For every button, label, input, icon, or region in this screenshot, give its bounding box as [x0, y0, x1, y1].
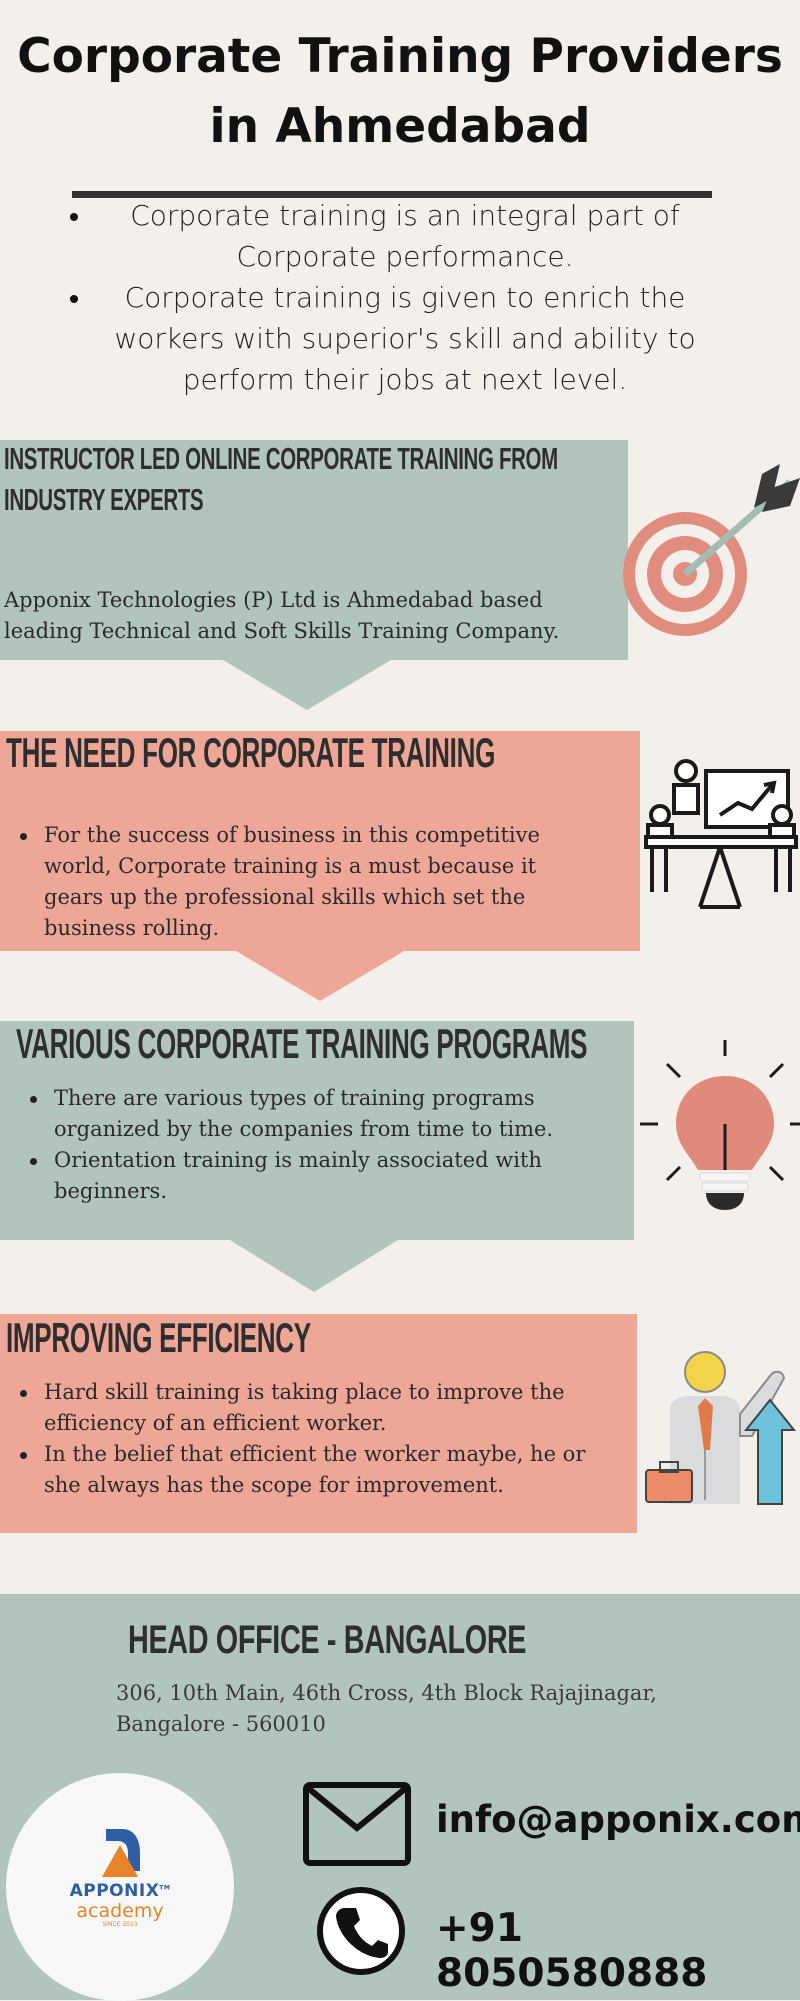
- section-programs-list: There are various types of training prog…: [30, 1083, 590, 1207]
- logo-tm: TM: [159, 1884, 171, 1892]
- apponix-logo: APPONIXTM academy SINCE 2013: [60, 1825, 180, 1965]
- section-instructor-heading: INSTRUCTOR LED ONLINE CORPORATE TRAINING…: [4, 438, 598, 520]
- section-need-heading: THE NEED FOR CORPORATE TRAINING: [6, 729, 496, 776]
- office-heading: HEAD OFFICE - BANGALORE: [128, 1618, 527, 1662]
- heading-line: INSTRUCTOR LED ONLINE CORPORATE TRAINING…: [4, 441, 558, 476]
- list-item: There are various types of training prog…: [30, 1083, 590, 1145]
- list-item: Orientation training is mainly associate…: [30, 1145, 590, 1207]
- list-item: For the success of business in this comp…: [20, 820, 600, 944]
- section-arrow: [230, 1240, 398, 1292]
- logo-since: SINCE 2013: [102, 1921, 138, 1928]
- section-efficiency-heading: IMPROVING EFFICIENCY: [6, 1314, 311, 1361]
- section-programs-heading: VARIOUS CORPORATE TRAINING PROGRAMS: [16, 1020, 588, 1067]
- businessman-growth-icon: [640, 1340, 800, 1510]
- logo-name-text: APPONIX: [69, 1881, 160, 1901]
- logo-name: APPONIXTM: [60, 1881, 180, 1901]
- target-icon: [622, 464, 800, 642]
- logo-sub: academy: [76, 1900, 164, 1922]
- phone-icon: [316, 1886, 406, 1976]
- heading-line: INDUSTRY EXPERTS: [4, 482, 204, 517]
- list-item: In the belief that efficient the worker …: [20, 1439, 610, 1501]
- mail-icon: [303, 1782, 411, 1866]
- section-arrow: [236, 951, 404, 1001]
- email-link[interactable]: info@apponix.com: [436, 1798, 800, 1841]
- section-need-list: For the success of business in this comp…: [20, 820, 600, 944]
- address-line: Bangalore - 560010: [116, 1712, 326, 1736]
- phone-link[interactable]: +91 8050580888: [436, 1906, 800, 1996]
- office-address: 306, 10th Main, 46th Cross, 4th Block Ra…: [116, 1678, 796, 1740]
- page-title-line2: in Ahmedabad: [209, 99, 591, 154]
- section-efficiency-list: Hard skill training is taking place to i…: [20, 1377, 610, 1501]
- section-arrow: [223, 660, 391, 710]
- meeting-presentation-icon: [640, 757, 800, 917]
- intro-item: Corporate training is given to enrich th…: [60, 277, 740, 400]
- lightbulb-icon: [640, 1040, 800, 1230]
- apponix-logo-mark: [102, 1829, 140, 1877]
- page-title-line1: Corporate Training Providers: [17, 29, 783, 84]
- section-instructor-body: Apponix Technologies (P) Ltd is Ahmedaba…: [4, 588, 560, 643]
- intro-item: Corporate training is an integral part o…: [60, 195, 740, 277]
- page-title: Corporate Training Providers in Ahmedaba…: [0, 22, 800, 162]
- list-item: Hard skill training is taking place to i…: [20, 1377, 610, 1439]
- intro-list: Corporate training is an integral part o…: [60, 195, 740, 400]
- address-line: 306, 10th Main, 46th Cross, 4th Block Ra…: [116, 1681, 657, 1705]
